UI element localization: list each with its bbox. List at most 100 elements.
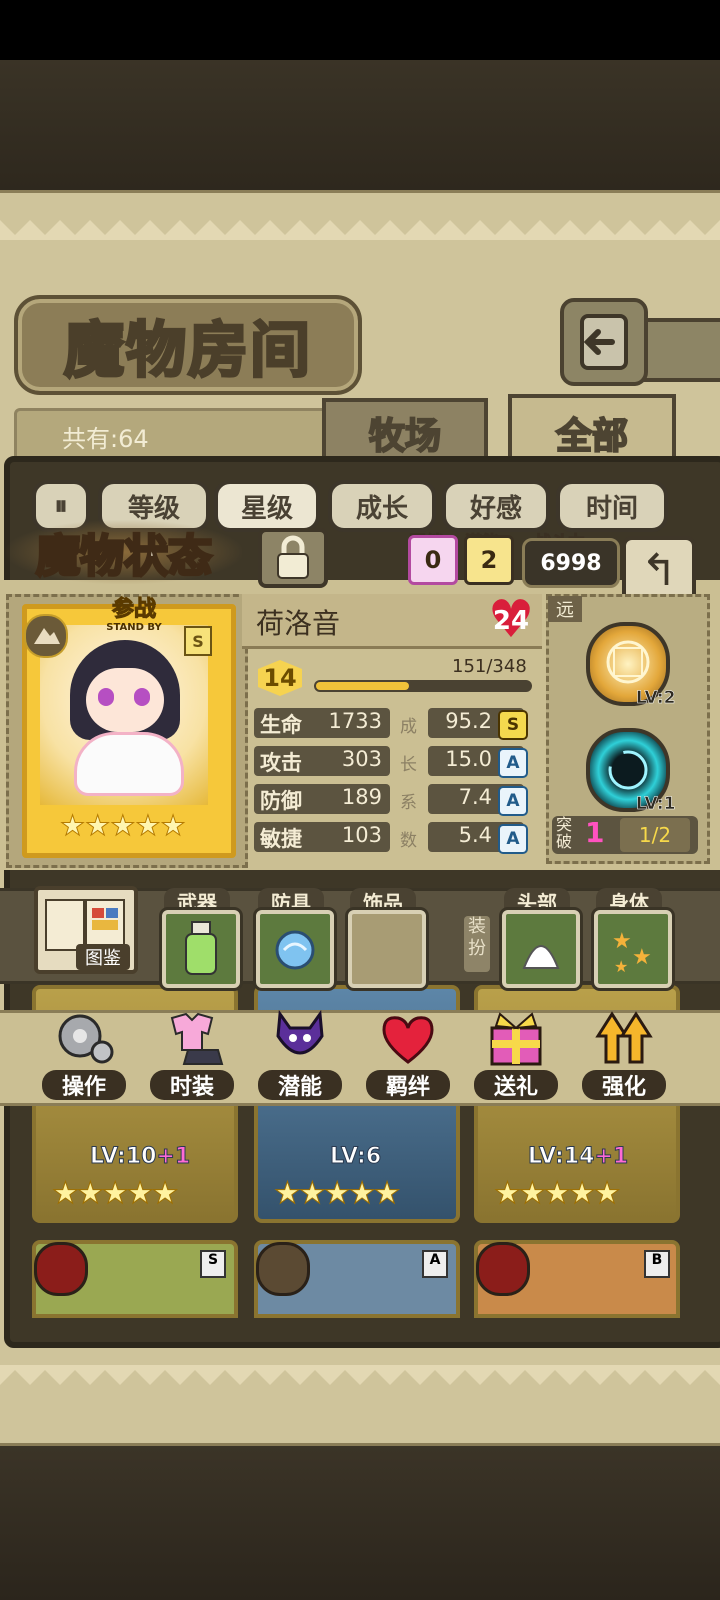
list-card-1-stars: ★★★★★ <box>51 1176 178 1212</box>
stat-label-hp: 生命 <box>260 713 302 737</box>
star-icon: ★ <box>135 809 161 842</box>
growth-value-def: 7.4 <box>458 785 492 809</box>
exp-text: 151/348 <box>452 656 527 677</box>
growth-value-atk: 15.0 <box>445 747 492 771</box>
growth-grade-hp: S <box>498 710 528 740</box>
lock-button[interactable] <box>258 528 328 588</box>
growth-vertical-label: 成 <box>400 717 417 737</box>
range-tag: 远 <box>548 596 582 622</box>
growth-vertical-label: 数 <box>400 831 417 851</box>
zigzag-bottom <box>0 1365 720 1385</box>
gift-label: 送礼 <box>474 1070 558 1100</box>
dress-label: 装扮 <box>464 916 490 972</box>
tab-ranch[interactable]: 牧场 <box>322 398 488 464</box>
stat-label-def: 防御 <box>260 789 302 813</box>
stat-value-def: 189 <box>341 785 382 809</box>
affection-value: 24 <box>492 606 530 636</box>
list-card-2-level: LV:6 <box>329 1144 382 1170</box>
codex-label: 图鉴 <box>76 944 130 970</box>
enhance-label: 强化 <box>582 1070 666 1100</box>
star-icon: ★ <box>160 809 186 842</box>
zigzag-top <box>0 220 720 240</box>
status-title: 魔物状态 <box>6 520 242 584</box>
svg-text:★: ★ <box>632 945 652 970</box>
fashion-button[interactable]: 时装 <box>150 1000 234 1100</box>
stat-value-atk: 303 <box>341 747 382 771</box>
growth-vertical-label: 系 <box>400 793 417 813</box>
hearts-icon <box>382 1016 434 1064</box>
earth-element-icon <box>24 614 68 658</box>
breakthrough-value: 1 <box>585 816 605 849</box>
exit-icon <box>580 314 628 370</box>
page-title: 魔物房间 <box>14 295 362 395</box>
power-value: 6998 <box>522 538 620 588</box>
card-stars: ★ ★ ★ ★ ★ <box>59 809 190 842</box>
stat-label-agi: 敏捷 <box>260 827 302 851</box>
list-card-3-level: LV:14+1 <box>527 1144 629 1170</box>
cream-icon <box>522 945 560 969</box>
list-card-5-grade: A <box>422 1250 448 1278</box>
growth-grade-atk: A <box>498 748 528 778</box>
armor-slot[interactable] <box>256 910 334 988</box>
potential-label: 潜能 <box>258 1070 342 1100</box>
fashion-label: 时装 <box>150 1070 234 1100</box>
star-icon: ★ <box>59 809 86 842</box>
demon-icon <box>276 1009 324 1055</box>
star-icon: ★ <box>110 809 136 842</box>
growth-value-agi: 5.4 <box>458 823 492 847</box>
fire-element-icon <box>34 1242 88 1296</box>
bond-button[interactable]: 羁绊 <box>366 1000 450 1100</box>
gift-button[interactable]: 送礼 <box>474 1000 558 1100</box>
sort-growth[interactable]: 成长 <box>328 480 436 532</box>
head-slot[interactable] <box>502 910 580 988</box>
stat-value-agi: 103 <box>341 823 382 847</box>
growth-vertical-label: 长 <box>400 755 417 775</box>
sort-affection[interactable]: 好感 <box>442 480 550 532</box>
card-grade-badge: S <box>184 626 212 656</box>
breakthrough-label: 突破 <box>556 815 573 851</box>
stars-icon: ★★★ <box>612 929 652 976</box>
growth-grade-agi: A <box>498 824 528 854</box>
monster-count: 共有:64 <box>14 408 350 462</box>
bond-label-btn: 羁绊 <box>366 1070 450 1100</box>
exit-button[interactable] <box>560 298 648 386</box>
svg-text:★: ★ <box>612 929 632 954</box>
gear-icon <box>58 1014 114 1064</box>
sort-order-icon: ⏸ <box>54 490 68 521</box>
operate-label: 操作 <box>42 1070 126 1100</box>
bond-value: 0 <box>408 535 458 585</box>
enhance-button[interactable]: 强化 <box>582 1000 666 1100</box>
accessory-slot[interactable] <box>348 910 426 988</box>
growth-grade-def: A <box>498 786 528 816</box>
operate-button[interactable]: 操作 <box>42 1000 126 1100</box>
lock-icon <box>277 535 309 579</box>
list-card-4-grade: S <box>200 1250 226 1278</box>
fire-element-icon <box>476 1242 530 1296</box>
back-arrow-icon: ↰ <box>640 544 678 596</box>
potion-icon <box>185 921 217 975</box>
list-card-1-level: LV:10+1 <box>89 1144 191 1170</box>
skill-2-level: LV:1 <box>636 794 676 815</box>
standby-badge: 参战 STAND BY <box>106 597 162 633</box>
portrait-eye-left <box>98 688 114 706</box>
skill-1-level: LV:2 <box>636 688 676 709</box>
list-card-3-stars: ★★★★★ <box>493 1176 620 1212</box>
potential-button[interactable]: 潜能 <box>258 1000 342 1100</box>
svg-text:★: ★ <box>614 957 628 976</box>
weapon-slot[interactable] <box>162 910 240 988</box>
stat-label-atk: 攻击 <box>260 751 302 775</box>
stat-value-hp: 1733 <box>328 709 382 733</box>
breakthrough-progress: 1/2 <box>620 818 690 852</box>
monster-name: 荷洛音 <box>256 607 341 640</box>
earth-element-icon <box>256 1242 310 1296</box>
star-icon: ★ <box>85 809 111 842</box>
growth-value-hp: 95.2 <box>445 709 492 733</box>
potential-value: 2 <box>464 535 514 585</box>
sort-time[interactable]: 时间 <box>556 480 668 532</box>
exp-bar-fill <box>316 682 409 690</box>
orb-icon <box>275 930 315 970</box>
list-card-2-stars: ★★★★★ <box>273 1176 400 1212</box>
list-card-6-grade: B <box>644 1250 670 1278</box>
body-slot[interactable]: ★ ★ ★ <box>594 910 672 988</box>
header-bar-ext <box>640 318 720 382</box>
